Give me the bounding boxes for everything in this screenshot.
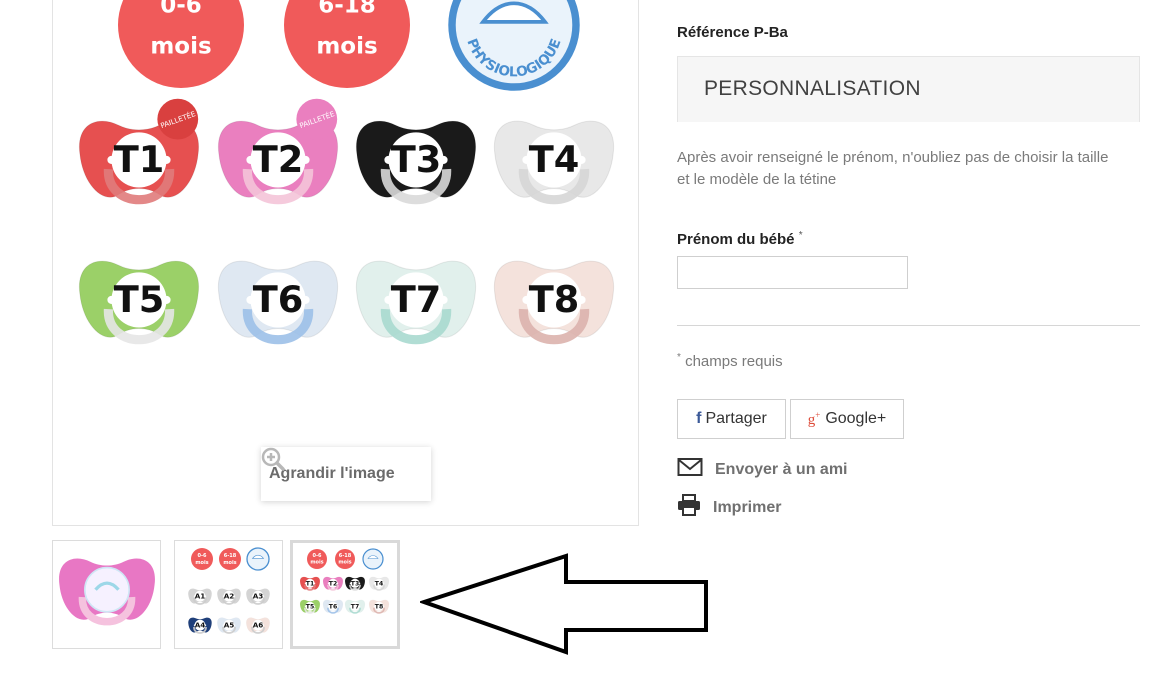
thumb2-pacifier-label-3: A4 [195, 621, 206, 630]
personalization-instructions: Après avoir renseigné le prénom, n'oubli… [677, 149, 1109, 188]
thumb2-pacifier-4: A5 [217, 617, 241, 634]
thumb3-age-badge-line2-1: mois [338, 560, 351, 566]
google-plus-icon: g+ [807, 409, 821, 428]
main-pacifier-1: T2PAILLETÉE [217, 98, 339, 205]
thumb3-age-badge-line1-0: 0-6 [312, 553, 322, 559]
thumbnail-pink-pacifier[interactable] [52, 540, 161, 649]
thumb3-pacifier-6: T7 [344, 599, 366, 614]
google-plus-label: Google+ [825, 410, 887, 427]
enlarge-image-button[interactable]: Agrandir l'image [261, 447, 431, 501]
printer-icon [677, 494, 701, 521]
main-pacifier-label-0: T1 [114, 138, 165, 181]
thumb3-pacifier-label-0: T1 [306, 580, 314, 587]
main-pacifier-6: T7 [355, 260, 477, 345]
send-to-friend-label: Envoyer à un ami [715, 460, 848, 478]
thumb2-age-badge-line1-0: 0-6 [197, 553, 207, 559]
thumb3-pacifier-0: T1 [299, 576, 321, 591]
main-pacifier-label-3: T4 [529, 138, 580, 181]
thumbnail-t-models-selected[interactable]: 0-6 mois 6-18 mois T1 T2 T3 T4 T5 T6 T7 T8 [290, 540, 400, 649]
main-pacifier-label-6: T7 [391, 278, 442, 321]
pink-pacifier-image [59, 558, 155, 626]
personalization-title: PERSONNALISATION [704, 77, 921, 100]
baby-name-label: Prénom du bébé * [677, 230, 803, 248]
thumb3-pacifier-label-7: T8 [375, 603, 383, 610]
google-plus-share-button[interactable]: g+ Google+ [790, 399, 904, 439]
thumb2-pacifier-0: A1 [188, 588, 212, 605]
main-pacifier-3: T4 [493, 120, 615, 205]
thumb2-pacifier-label-0: A1 [195, 592, 206, 601]
envelope-icon [677, 457, 703, 482]
thumb2-physio-badge [246, 547, 270, 571]
personalization-tab[interactable]: PERSONNALISATION [677, 56, 1140, 122]
thumb3-pacifier-4: T5 [299, 599, 321, 614]
t-models-image: 0-6mois6-18moisT1 T2 T3 T4T5 T6 T7 T8 [299, 548, 390, 614]
main-age-badge-line2-0: mois [150, 33, 211, 59]
thumb1-pacifier-button [84, 566, 130, 613]
thumb2-pacifier-label-1: A2 [224, 592, 235, 601]
main-age-badge-line1-0: 0-6 [160, 0, 202, 18]
thumb2-pacifier-5: A6 [246, 617, 270, 634]
main-pacifier-7: T8 [493, 260, 615, 345]
reference-label: Référence [677, 24, 750, 41]
main-pacifier-label-2: T3 [391, 138, 442, 181]
main-age-badge-line2-1: mois [316, 33, 377, 59]
annotation-arrow-icon [420, 553, 708, 655]
facebook-share-label: Partager [705, 410, 767, 427]
facebook-icon: f [696, 410, 702, 427]
print-link[interactable]: Imprimer [677, 494, 781, 521]
main-pacifier-5: T6 [217, 260, 339, 345]
facebook-share-button[interactable]: f Partager [677, 399, 786, 439]
reference-value: P-Ba [753, 24, 788, 41]
required-note-asterisk: * [677, 352, 681, 363]
thumb3-pacifier-3: T4 [368, 576, 390, 591]
main-product-image[interactable]: 0-6 mois 6-18 mois PHYSIOLOGIQUE T1 PAILLETÉE T… [52, 0, 639, 526]
thumb3-age-badge-line2-0: mois [310, 560, 323, 566]
section-divider [677, 325, 1140, 326]
main-pacifier-label-1: T2 [253, 138, 304, 181]
enlarge-image-label: Agrandir l'image [269, 465, 395, 482]
product-reference: Référence P-Ba [677, 24, 788, 41]
main-age-badge-line1-1: 6-18 [318, 0, 376, 18]
main-pacifier-label-4: T5 [114, 278, 165, 321]
baby-name-input[interactable] [677, 256, 908, 289]
main-pacifier-label-7: T8 [529, 278, 580, 321]
thumb1-pacifier [59, 558, 155, 626]
thumb2-age-badge-line1-1: 6-18 [224, 553, 237, 559]
send-to-friend-link[interactable]: Envoyer à un ami [677, 457, 848, 482]
thumb3-pacifier-label-5: T6 [329, 603, 337, 610]
thumb3-pacifier-2: T3 [344, 576, 366, 591]
baby-name-label-text: Prénom du bébé [677, 231, 795, 248]
main-pacifier-4: T5 [78, 260, 200, 345]
main-pacifier-label-5: T6 [253, 278, 304, 321]
print-label: Imprimer [713, 498, 782, 516]
required-note-text: champs requis [685, 353, 783, 370]
thumb3-physio-badge [362, 548, 384, 570]
thumb3-pacifier-label-4: T5 [306, 603, 314, 610]
thumb2-pacifier-1: A2 [217, 588, 241, 605]
thumb2-age-badge-line2-0: mois [195, 560, 208, 566]
main-pacifier-2: T3 [355, 120, 477, 205]
required-fields-note: * champs requis [677, 352, 783, 370]
thumb3-pacifier-label-6: T7 [351, 603, 359, 610]
thumb2-pacifier-3: A4 [188, 617, 212, 634]
main-pacifier-0: T1PAILLETÉE [78, 98, 200, 205]
thumb3-pacifier-1: T2 [322, 576, 344, 591]
thumbnail-a-models[interactable]: 0-6 mois 6-18 mois A1 A2 A3 A4 A5 A6 [174, 540, 283, 649]
a-models-image: 0-6mois6-18moisA1 A2 A3A4 A5 A6 [188, 547, 270, 634]
thumb2-pacifier-2: A3 [246, 588, 270, 605]
required-asterisk: * [798, 230, 803, 241]
thumb2-pacifier-label-4: A5 [224, 621, 235, 630]
thumb3-pacifier-label-2: T3 [351, 580, 359, 587]
thumb2-pacifier-label-2: A3 [253, 592, 264, 601]
thumb3-pacifier-5: T6 [322, 599, 344, 614]
thumb3-pacifier-label-3: T4 [375, 580, 383, 587]
thumb3-age-badge-line1-1: 6-18 [339, 553, 352, 559]
thumb3-pacifier-label-1: T2 [329, 580, 337, 587]
thumb2-age-badge-line2-1: mois [223, 560, 236, 566]
thumb2-pacifier-label-5: A6 [253, 621, 264, 630]
thumb3-pacifier-7: T8 [368, 599, 390, 614]
